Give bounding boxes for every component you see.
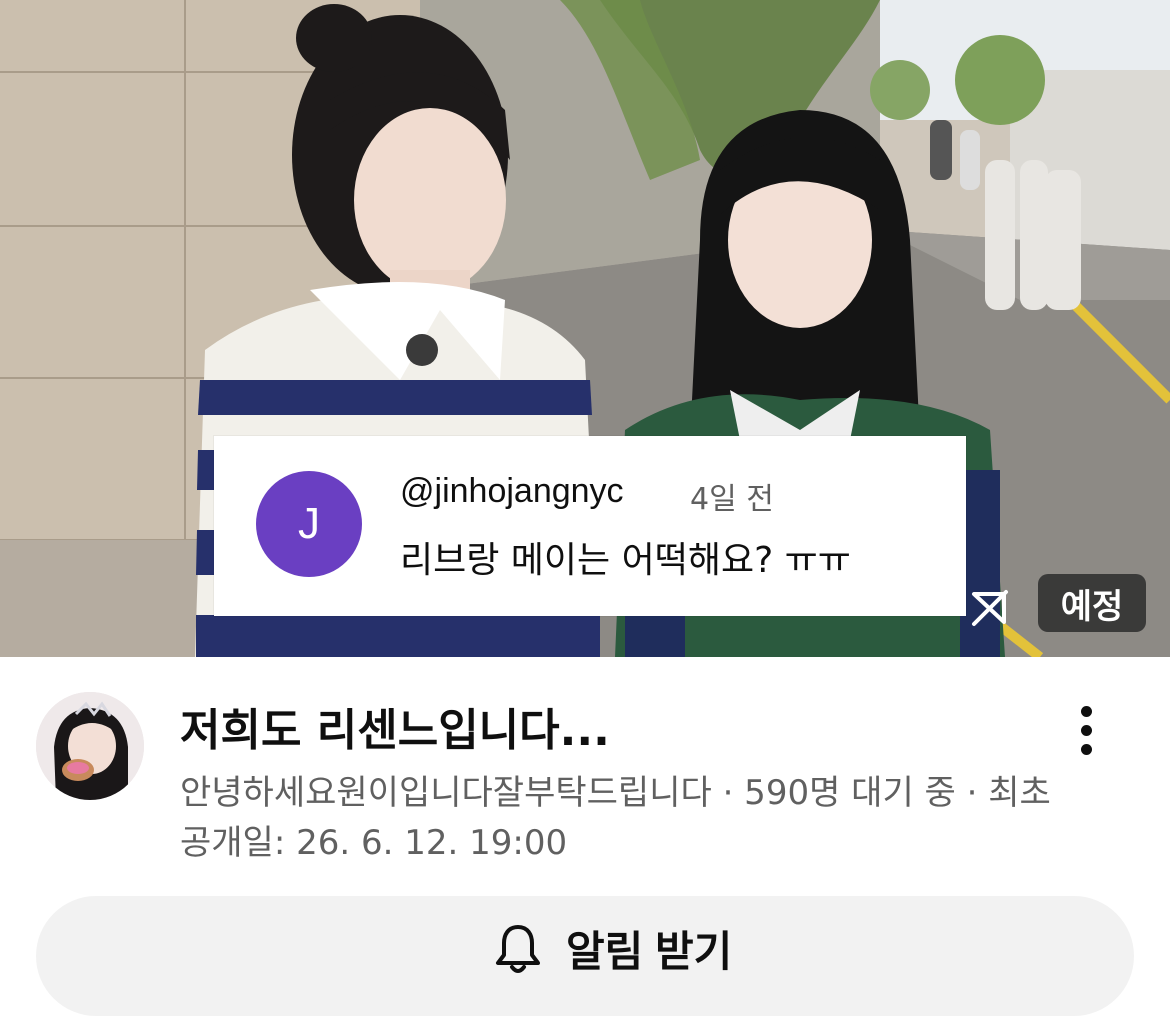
channel-avatar[interactable] [36, 692, 144, 800]
notify-me-content: 알림 받기 [488, 918, 732, 979]
scheduled-badge: 예정 [1038, 574, 1146, 632]
video-thumbnail[interactable]: J @jinhojangnyc 4일 전 리브랑 메이는 어떡해요? ㅠㅠ 예정 [0, 0, 1170, 657]
commenter-handle: @jinhojangnyc [400, 472, 624, 510]
more-dot [1080, 724, 1092, 736]
cast-icon[interactable] [966, 584, 1014, 632]
more-options-button[interactable] [1060, 700, 1112, 760]
video-title[interactable]: 저희도 리센느입니다... [180, 694, 610, 758]
bell-icon [496, 924, 540, 973]
commenter-avatar-letter: J [298, 499, 320, 548]
comment-timestamp: 4일 전 [690, 482, 774, 517]
more-dot [1080, 705, 1092, 717]
more-dot [1080, 743, 1092, 755]
commenter-avatar: J [256, 471, 362, 577]
comment-card[interactable]: J @jinhojangnyc 4일 전 리브랑 메이는 어떡해요? ㅠㅠ [214, 436, 966, 616]
channel-avatar-image [36, 692, 144, 800]
notify-me-label: 알림 받기 [566, 928, 733, 975]
comment-text: 리브랑 메이는 어떡해요? ㅠㅠ [400, 540, 851, 581]
video-metadata: 안녕하세요원이입니다잘부탁드립니다 · 590명 대기 중 · 최초 공개일: … [180, 773, 1051, 863]
notify-me-button[interactable]: 알림 받기 [36, 896, 1134, 1016]
